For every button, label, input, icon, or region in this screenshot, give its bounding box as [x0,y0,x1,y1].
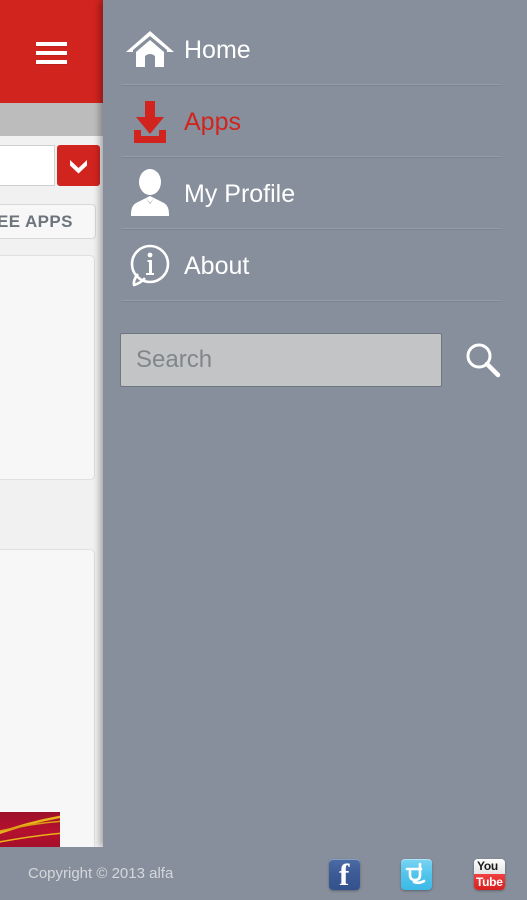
navigation-drawer: Home Apps My Profile About Search [103,0,527,847]
copyright-text: Copyright © 2013 alfa [28,865,174,882]
hamburger-bar [36,60,67,64]
promo-banner[interactable] [0,812,60,847]
youtube-tube-text: Tube [476,875,503,889]
nav-item-apps-label: Apps [184,108,241,136]
background-search-row [0,145,100,186]
hamburger-bar [36,51,67,55]
background-page: EE APPS [0,0,103,847]
twitter-icon[interactable] [401,859,432,890]
free-apps-button[interactable]: EE APPS [0,204,96,239]
nav-item-home-label: Home [184,36,251,64]
youtube-icon[interactable]: You Tube [474,859,505,890]
nav-item-about[interactable]: About [103,230,527,302]
content-card[interactable] [0,255,95,480]
person-icon [131,169,169,216]
info-bubble-icon [130,244,170,287]
youtube-top: You [474,859,505,874]
download-icon [134,101,166,143]
youtube-you-text: You [477,859,498,873]
search-input[interactable]: Search [120,333,442,387]
page-content: EE APPS [0,136,103,847]
app-header [0,0,103,103]
person-icon-wrap [122,158,178,230]
content-card[interactable] [0,549,95,847]
free-apps-button-label: EE APPS [0,212,73,231]
download-icon-wrap [122,86,178,158]
search-button[interactable] [460,338,506,384]
nav-divider [122,300,501,302]
nav-item-home[interactable]: Home [103,14,527,86]
facebook-glyph: f [339,859,350,890]
banner-swirl-graphic [0,815,60,843]
nav-item-about-label: About [184,252,250,280]
home-icon [126,31,174,67]
nav-item-my-profile[interactable]: My Profile [103,158,527,230]
search-placeholder: Search [136,346,213,373]
drawer-search-row: Search [120,333,510,389]
twitter-bird-glyph [405,862,426,885]
nav-item-apps[interactable]: Apps [103,86,527,158]
dropdown-button[interactable] [57,145,100,186]
hamburger-bar [36,42,67,46]
search-icon [466,343,501,378]
background-search-input[interactable] [0,145,55,186]
info-bubble-icon-wrap [122,230,178,302]
nav-item-my-profile-label: My Profile [184,180,296,208]
youtube-bottom: Tube [474,874,505,890]
hamburger-icon[interactable] [36,42,67,64]
chevron-down-icon [70,160,87,174]
footer: Copyright © 2013 alfa f You Tube [0,847,527,900]
facebook-icon[interactable]: f [329,859,360,890]
subheader-bar [0,103,103,136]
home-icon-wrap [122,14,178,86]
